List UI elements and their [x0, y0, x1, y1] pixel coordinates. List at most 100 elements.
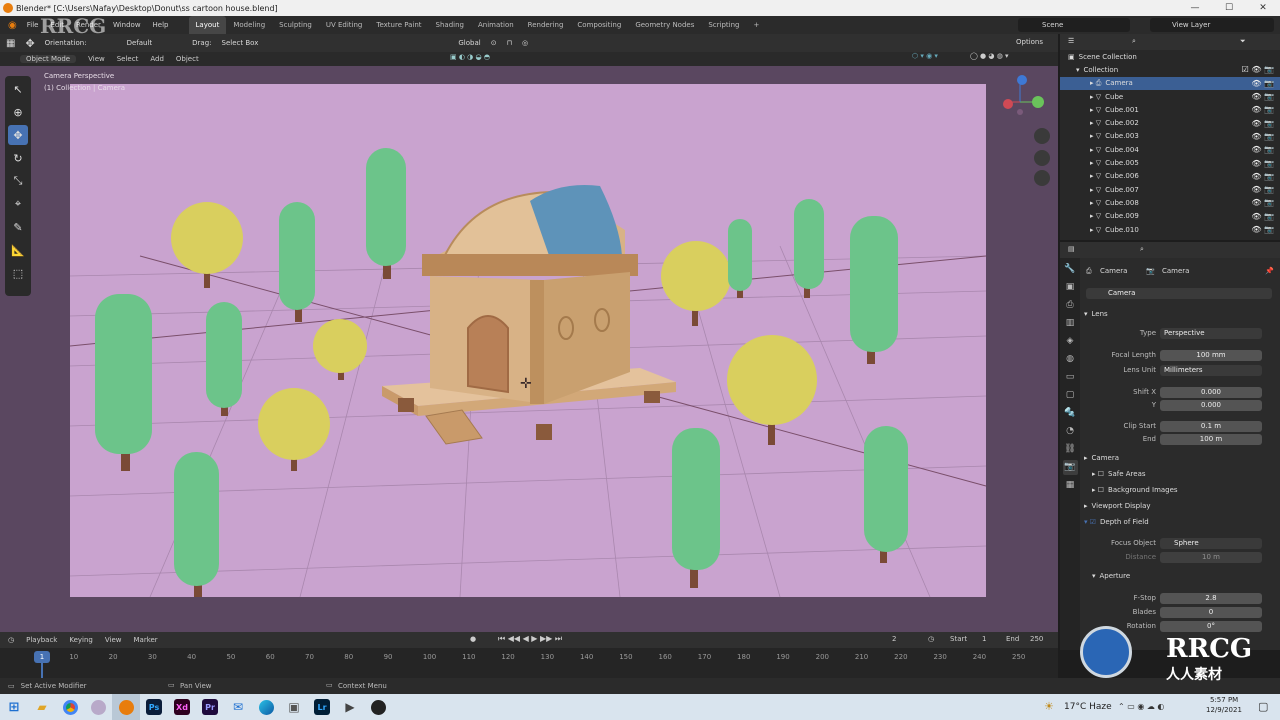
close-button[interactable]: ✕ — [1246, 0, 1280, 16]
view-layer-tab-icon[interactable]: ▥ — [1063, 316, 1078, 331]
visibility-icon[interactable]: 👁 📷 — [1251, 132, 1274, 141]
tab-animation[interactable]: Animation — [471, 16, 521, 34]
scale-tool-icon[interactable]: ⤡ — [8, 171, 28, 191]
outliner-item-cube-008[interactable]: ▸ ▽ Cube.008 👁 📷 — [1060, 196, 1280, 209]
outliner-search-icon[interactable]: ⌕ — [1132, 37, 1136, 46]
start-field[interactable]: 1 — [982, 635, 986, 643]
playhead[interactable]: 1 — [34, 651, 50, 663]
transform-orientation-dropdown[interactable]: Global — [268, 39, 480, 47]
camera-panel-header[interactable]: ▸ Camera — [1084, 454, 1119, 462]
chrome-icon[interactable] — [56, 694, 84, 720]
view-layer-selector[interactable]: View Layer — [1150, 18, 1274, 32]
aperture-panel-header[interactable]: ▾ Aperture — [1092, 572, 1130, 580]
visibility-icon[interactable]: 👁 📷 — [1251, 119, 1274, 128]
properties-search-icon[interactable]: ⌕ — [1140, 245, 1144, 254]
lens-panel-header[interactable]: ▾ Lens — [1084, 310, 1108, 318]
drag-dropdown[interactable]: Select Box — [222, 39, 259, 47]
outliner-item-camera[interactable]: ▸ ⎙ Camera 👁 📷 — [1060, 76, 1280, 90]
tab-scripting[interactable]: Scripting — [701, 16, 746, 34]
outliner-item-cube-004[interactable]: ▸ ▽ Cube.004 👁 📷 — [1060, 143, 1280, 156]
tab-shading[interactable]: Shading — [429, 16, 471, 34]
outliner-item-cube-001[interactable]: ▸ ▽ Cube.001 👁 📷 — [1060, 103, 1280, 116]
tab-rendering[interactable]: Rendering — [521, 16, 571, 34]
visibility-icon[interactable]: 👁 📷 — [1251, 212, 1274, 221]
expand-arrow-icon[interactable]: ▾ — [1076, 66, 1080, 74]
snap-icon[interactable]: ⊓ — [507, 39, 512, 47]
app-window-icon[interactable]: ▣ — [280, 694, 308, 720]
weather-text[interactable]: 17°C Haze — [1064, 702, 1112, 712]
playback-controls-icon[interactable]: ⏮ ◀◀ ◀ ▶ ▶▶ ⏭ — [498, 634, 562, 644]
keying-menu[interactable]: Keying — [69, 636, 93, 644]
distance-field[interactable]: 10 m — [1160, 551, 1262, 563]
windows-start-icon[interactable]: ⊞ — [0, 694, 28, 720]
constraints-tab-icon[interactable]: ⛓ — [1063, 442, 1078, 457]
menu-window[interactable]: Window — [107, 16, 147, 34]
select-menu[interactable]: Select — [117, 55, 139, 63]
properties-editor-icon[interactable]: ▤ — [1068, 245, 1075, 253]
visibility-icon[interactable]: 👁 📷 — [1251, 225, 1274, 234]
weather-icon[interactable]: ☀ — [1044, 700, 1054, 713]
current-frame-field[interactable]: 2 — [892, 635, 896, 643]
clip-end-field[interactable]: 100 m — [1160, 433, 1262, 445]
add-menu[interactable]: Add — [150, 55, 164, 63]
focal-length-field[interactable]: 100 mm — [1160, 349, 1262, 361]
object-menu[interactable]: Object — [176, 55, 199, 63]
proportional-edit-icon[interactable]: ◎ — [522, 39, 528, 47]
3d-cursor-icon[interactable]: ✛ — [520, 376, 532, 392]
tab-sculpting[interactable]: Sculpting — [272, 16, 319, 34]
editor-type-icon[interactable]: ▦ — [6, 38, 15, 49]
camera-data-selector[interactable]: Camera — [1080, 286, 1280, 300]
collection-tab-icon[interactable]: ▭ — [1063, 370, 1078, 385]
transform-tool-icon[interactable]: ⌖ — [8, 194, 28, 214]
visibility-icon[interactable]: 👁 📷 — [1251, 105, 1274, 114]
cursor-tool-icon[interactable]: ⊕ — [8, 102, 28, 122]
safe-areas-panel-header[interactable]: ▸ ☐ Safe Areas — [1092, 470, 1146, 478]
timeline[interactable]: 10 20 30 40 50 60 70 80 90 100 110 120 130 140 150 160 1… — [0, 648, 1058, 678]
outliner-item-cube-009[interactable]: ▸ ▽ Cube.009 👁 📷 — [1060, 210, 1280, 223]
pin-icon[interactable]: 📌 — [1265, 267, 1274, 275]
camera-view-icon[interactable] — [1034, 170, 1050, 186]
output-tab-icon[interactable]: ⎙ — [1063, 298, 1078, 313]
premiere-icon[interactable]: Pr — [196, 694, 224, 720]
checkbox-icon[interactable]: ▸ ☐ — [1092, 470, 1104, 478]
overlays-icon[interactable]: ⬡ ▾ ◉ ▾ — [912, 52, 938, 60]
blender-taskbar-icon[interactable] — [112, 694, 140, 720]
lens-unit-dropdown[interactable]: Millimeters — [1160, 364, 1262, 376]
visibility-icon[interactable]: 👁 📷 — [1251, 79, 1274, 88]
annotate-tool-icon[interactable]: ✎ — [8, 217, 28, 237]
add-cube-tool-icon[interactable]: ⬚ — [8, 263, 28, 283]
camera-data-name-field[interactable]: Camera — [1086, 287, 1272, 299]
end-field[interactable]: 250 — [1030, 635, 1043, 643]
options-dropdown[interactable]: Options — [1016, 38, 1043, 46]
visibility-icon[interactable]: 👁 📷 — [1251, 198, 1274, 207]
shift-x-field[interactable]: 0.000 — [1160, 386, 1262, 398]
selectability-icon[interactable]: ▣ ◐ ◑ ◒ ◓ — [450, 53, 490, 61]
tray-icons[interactable]: ⌃ ▭ ◉ ☁ ◐ — [1118, 702, 1164, 711]
orientation-dropdown[interactable]: Default — [97, 39, 153, 47]
blades-field[interactable]: 0 — [1160, 606, 1262, 618]
maximize-button[interactable]: ☐ — [1212, 0, 1246, 16]
visibility-icon[interactable]: 👁 📷 — [1251, 185, 1274, 194]
filter-icon[interactable]: ⏷ — [1240, 37, 1246, 46]
tab-uv-editing[interactable]: UV Editing — [319, 16, 370, 34]
xd-icon[interactable]: Xd — [168, 694, 196, 720]
visibility-icon[interactable]: ☑ 👁 📷 — [1242, 65, 1274, 74]
outliner-item-cube[interactable]: ▸ ▽ Cube 👁 📷 — [1060, 90, 1280, 103]
tab-geometry-nodes[interactable]: Geometry Nodes — [628, 16, 701, 34]
camera-data-tab-icon[interactable]: 📷 — [1062, 460, 1078, 475]
tab-compositing[interactable]: Compositing — [570, 16, 628, 34]
pan-hand-icon[interactable] — [1034, 150, 1050, 166]
file-explorer-icon[interactable]: ▰ — [28, 694, 56, 720]
collection-row[interactable]: ▾ Collection ☑ 👁 📷 — [1060, 63, 1280, 76]
move-tool-icon[interactable]: ✥ — [8, 125, 28, 145]
rotation-field[interactable]: 0° — [1160, 620, 1262, 632]
tab-texture-paint[interactable]: Texture Paint — [369, 16, 428, 34]
pivot-icon[interactable]: ⊙ — [491, 39, 497, 47]
3d-viewport[interactable]: ✛ Camera Perspective (1) Collection | Ca… — [0, 66, 1058, 632]
playback-menu[interactable]: Playback — [26, 636, 57, 644]
clock-date[interactable]: 12/9/2021 — [1206, 706, 1242, 714]
scene-selector[interactable]: Scene — [1018, 18, 1130, 32]
background-images-panel-header[interactable]: ▸ ☐ Background Images — [1092, 486, 1178, 494]
tool-tab-icon[interactable]: 🔧 — [1063, 262, 1078, 277]
menu-help[interactable]: Help — [147, 16, 175, 34]
